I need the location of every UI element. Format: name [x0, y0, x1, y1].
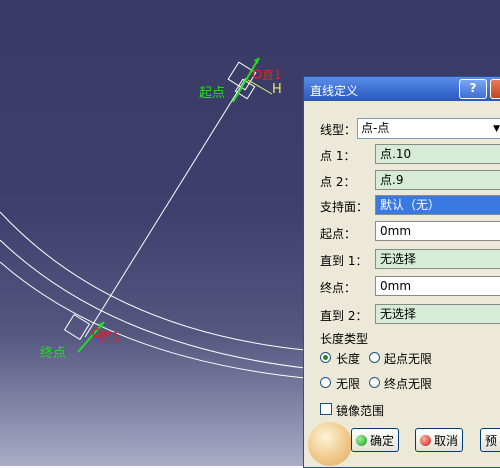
radio-start-infinite-label: 起点无限: [384, 352, 433, 366]
support-field[interactable]: 默认（无）: [375, 195, 500, 215]
start-label: 起点：: [320, 227, 357, 241]
radio-end-infinite-label: 终点无限: [384, 377, 433, 391]
line-definition-dialog: 直线定义 ? 线型： 点-点 ▼ 点 1： 点.10 点 2： 点.9 支持面：…: [303, 76, 500, 468]
radio-infinite-label: 无限: [336, 377, 361, 391]
point1-field[interactable]: 点.10: [375, 144, 500, 164]
top-marker-label: 直1: [262, 68, 282, 82]
cancel-icon: [420, 435, 431, 446]
end-label: 终点：: [320, 281, 357, 295]
bottom-manipulator[interactable]: [63, 313, 105, 353]
dialog-titlebar[interactable]: 直线定义 ?: [304, 77, 500, 101]
mirror-label: 镜像范围: [336, 404, 385, 418]
close-button[interactable]: [490, 79, 500, 99]
end-point-label: 终点: [40, 346, 67, 361]
preview-label: 预: [485, 434, 498, 448]
up-to1-label: 直到 1：: [320, 254, 368, 268]
point1-label: 点 1：: [320, 149, 356, 163]
cancel-button[interactable]: 取消: [415, 428, 464, 452]
radio-end-infinite[interactable]: [369, 377, 380, 388]
point-marker-top[interactable]: [252, 69, 262, 79]
ok-icon: [356, 435, 367, 446]
globe-decoration: [308, 422, 352, 466]
radio-length[interactable]: [320, 352, 331, 363]
preview-button[interactable]: 预: [480, 428, 500, 452]
length-type-label: 长度类型: [320, 332, 369, 346]
h-axis-label: H: [272, 82, 282, 97]
point2-label: 点 2：: [320, 175, 356, 189]
chevron-down-icon[interactable]: ▼: [493, 122, 500, 137]
support-label: 支持面：: [320, 200, 369, 214]
radio-infinite[interactable]: [320, 377, 331, 388]
up-to2-field[interactable]: 无选择: [375, 304, 500, 324]
ok-button[interactable]: 确定: [351, 428, 400, 452]
start-point-label: 起点: [199, 86, 226, 101]
up-to2-label: 直到 2：: [320, 309, 368, 323]
radio-start-infinite[interactable]: [369, 352, 380, 363]
arc-curve-1[interactable]: [0, 211, 306, 351]
defined-line[interactable]: [84, 77, 247, 338]
cancel-label: 取消: [434, 434, 459, 448]
line-type-value: 点-点: [361, 121, 390, 135]
point2-field[interactable]: 点.9: [375, 170, 500, 190]
mirror-checkbox[interactable]: [320, 403, 332, 415]
ok-label: 确定: [370, 434, 395, 448]
line-type-label: 线型：: [320, 123, 357, 137]
up-to1-field[interactable]: 无选择: [375, 249, 500, 269]
help-button[interactable]: ?: [459, 79, 487, 99]
line-type-select[interactable]: 点-点 ▼: [357, 118, 500, 139]
radio-length-label: 长度: [336, 352, 361, 366]
end-input[interactable]: 0mm: [375, 276, 500, 296]
bottom-marker-label: 直1: [100, 330, 120, 344]
start-input[interactable]: 0mm: [375, 221, 500, 241]
dialog-title: 直线定义: [310, 84, 359, 98]
